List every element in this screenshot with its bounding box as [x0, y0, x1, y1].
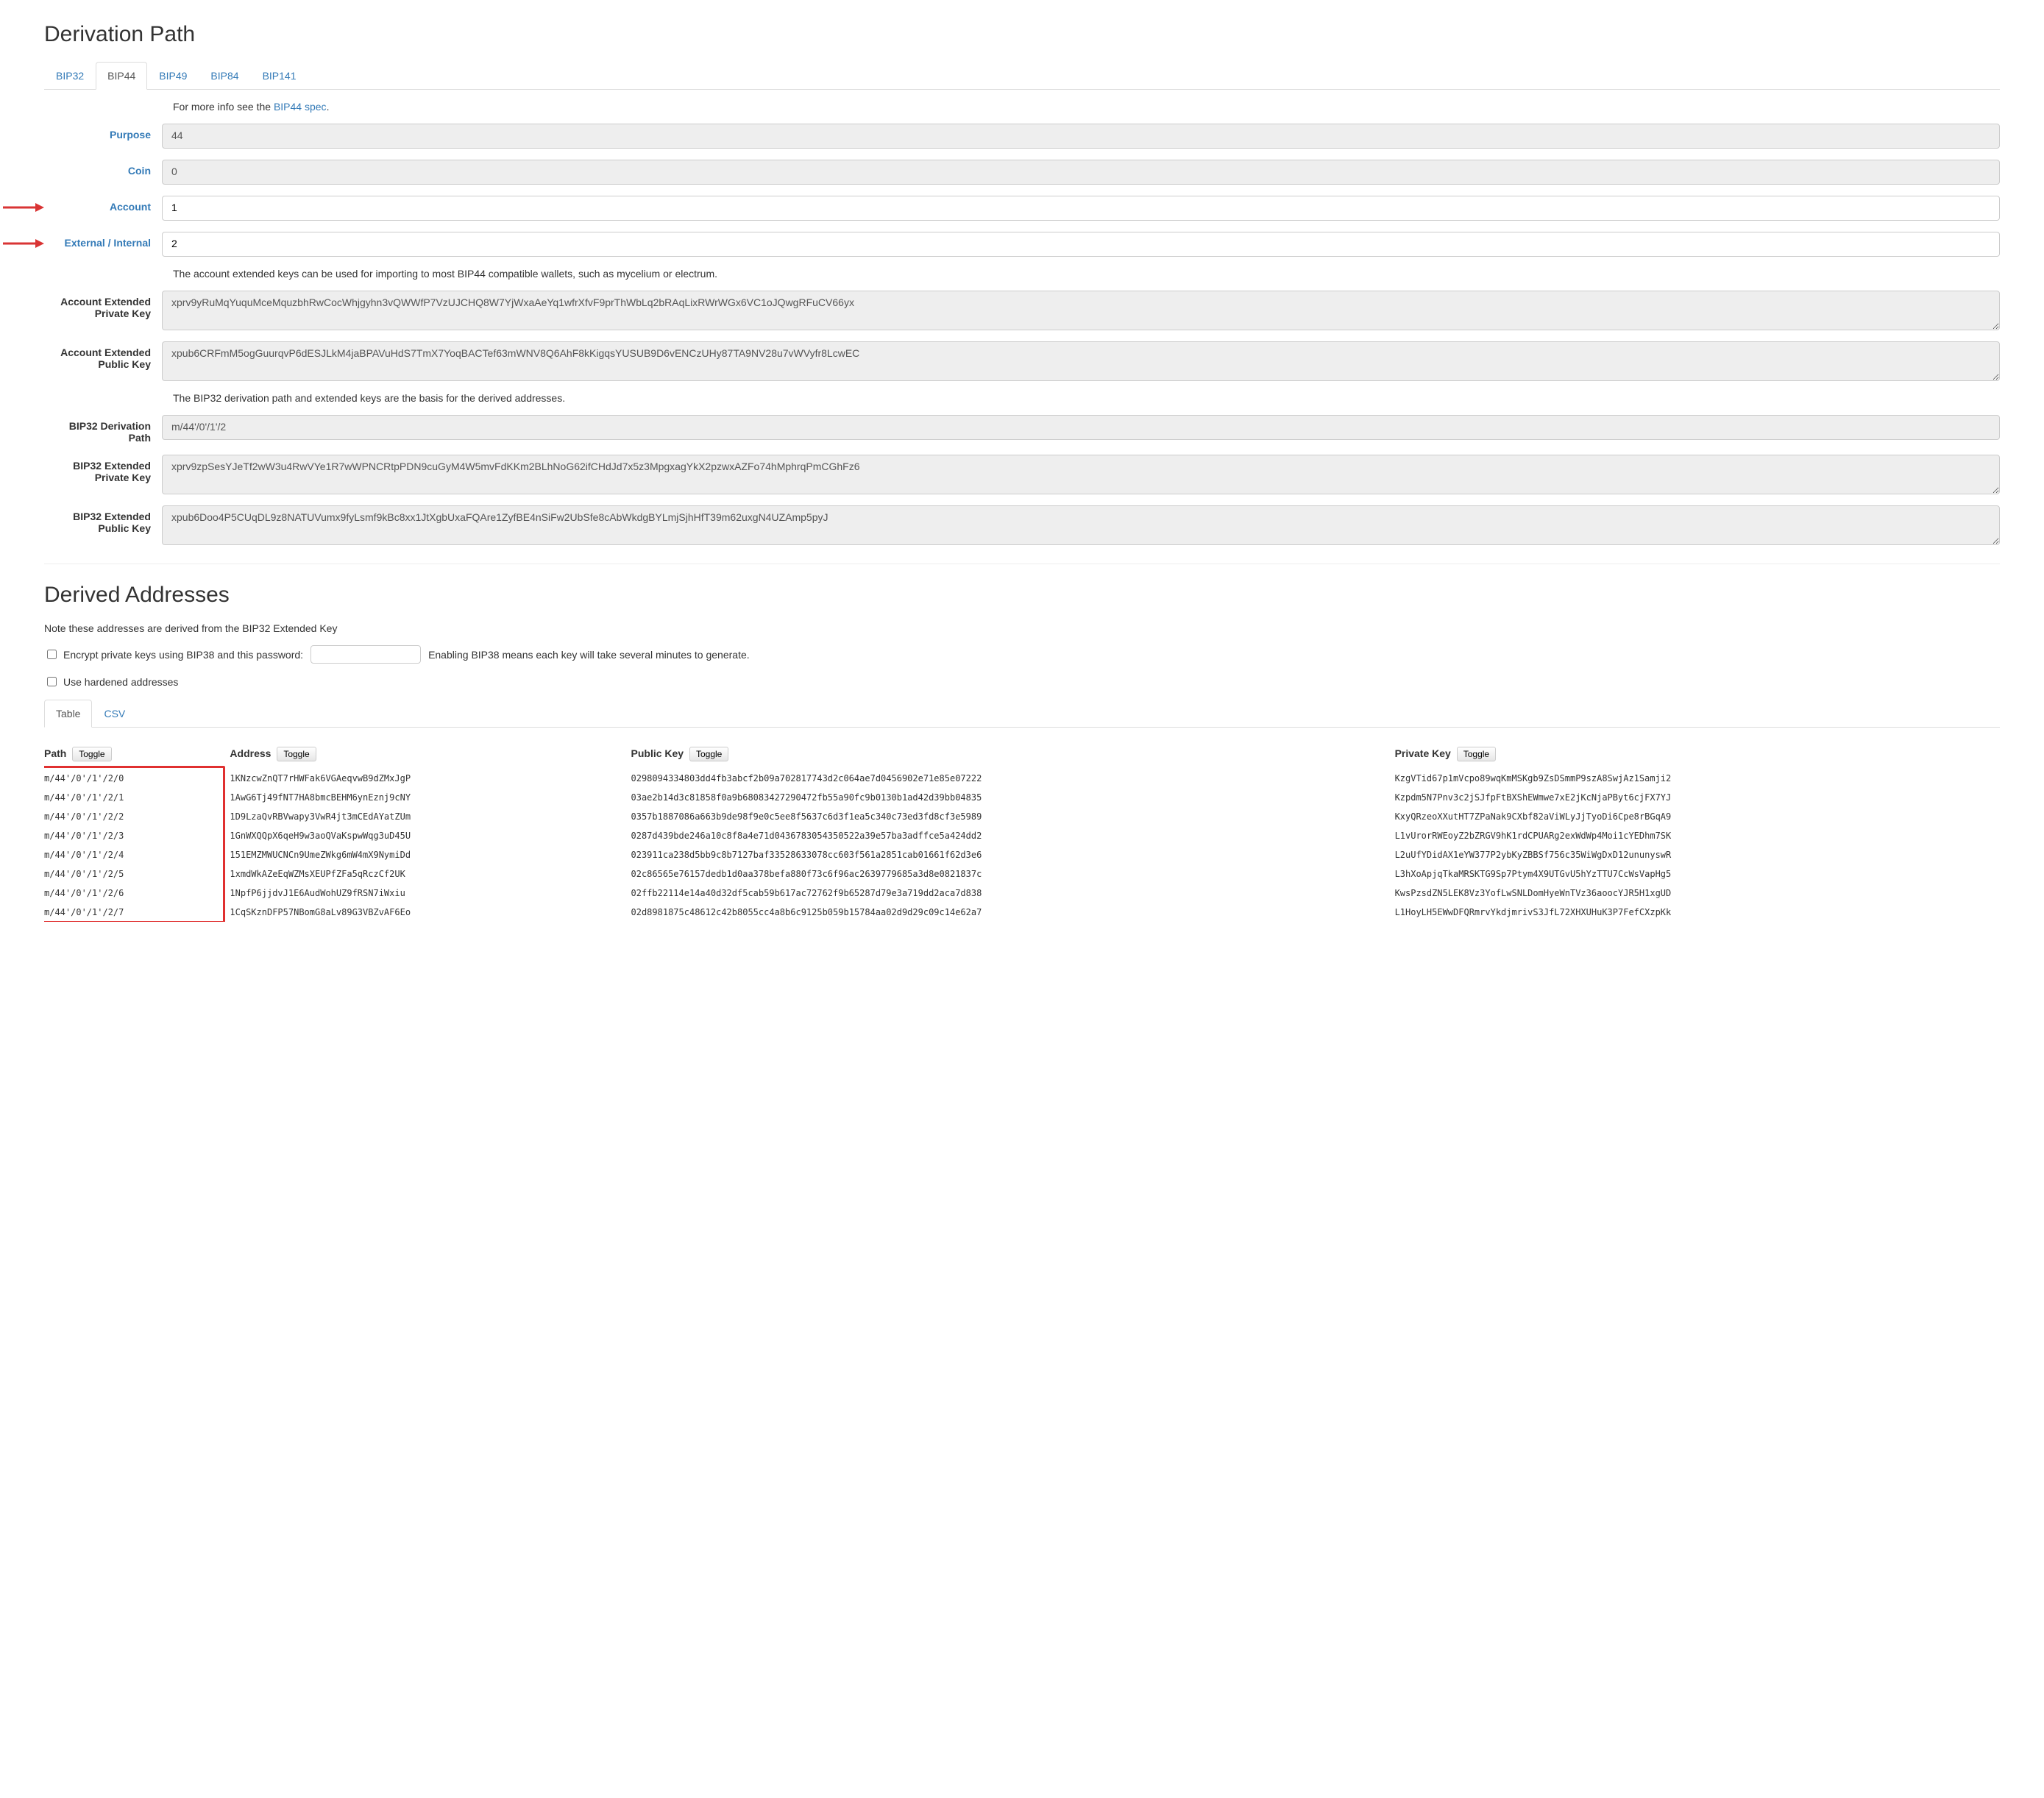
purpose-label[interactable]: Purpose: [44, 124, 162, 141]
derived-addresses-table: Path Toggle Address Toggle Public Key To…: [44, 741, 2000, 922]
cell-path: m/44'/0'/1'/2/6: [44, 884, 230, 903]
table-row: m/44'/0'/1'/2/4151EMZMWUCNCn9UmeZWkg6mW4…: [44, 845, 2000, 864]
cell-pubkey: 02c86565e76157dedb1d0aa378befa880f73c6f9…: [631, 864, 1395, 884]
col-address-header: Address: [230, 747, 271, 759]
tab-bip141[interactable]: BIP141: [251, 62, 308, 90]
cell-pubkey: 0298094334803dd4fb3abcf2b09a702817743d2c…: [631, 769, 1395, 788]
account-xpub-label: Account Extended Public Key: [44, 341, 162, 370]
cell-privkey: KzgVTid67p1mVcpo89wqKmMSKgb9ZsDSmmP9szA8…: [1395, 769, 2000, 788]
tab-bip44[interactable]: BIP44: [96, 62, 147, 90]
cell-privkey: L3hXoApjqTkaMRSKTG9Sp7Ptym4X9UTGvU5hYzTT…: [1395, 864, 2000, 884]
info-suffix: .: [327, 101, 330, 113]
cell-privkey: L1vUrorRWEoyZ2bZRGV9hK1rdCPUARg2exWdWp4M…: [1395, 826, 2000, 845]
cell-path: m/44'/0'/1'/2/7: [44, 903, 230, 922]
toggle-path-button[interactable]: Toggle: [72, 747, 111, 761]
cell-path: m/44'/0'/1'/2/4: [44, 845, 230, 864]
derived-addresses-heading: Derived Addresses: [44, 583, 2000, 608]
col-privkey-header: Private Key: [1395, 747, 1451, 759]
account-xprv-label: Account Extended Private Key: [44, 291, 162, 319]
toggle-privkey-button[interactable]: Toggle: [1457, 747, 1496, 761]
bip38-label-before: Encrypt private keys using BIP38 and thi…: [63, 649, 303, 661]
bip44-info-note: For more info see the BIP44 spec.: [173, 101, 2000, 113]
table-row: m/44'/0'/1'/2/71CqSKznDFP57NBomG8aLv89G3…: [44, 903, 2000, 922]
cell-pubkey: 0287d439bde246a10c8f8a4e71d0436783054350…: [631, 826, 1395, 845]
account-xpub-textarea[interactable]: xpub6CRFmM5ogGuurqvP6dESJLkM4jaBPAVuHdS7…: [162, 341, 2000, 381]
account-xprv-textarea[interactable]: xprv9yRuMqYuquMceMquzbhRwCocWhjgyhn3vQWW…: [162, 291, 2000, 330]
coin-label[interactable]: Coin: [44, 160, 162, 177]
cell-pubkey: 02d8981875c48612c42b8055cc4a8b6c9125b059…: [631, 903, 1395, 922]
external-internal-label[interactable]: External / Internal: [44, 232, 162, 249]
col-path-header: Path: [44, 747, 66, 759]
cell-address: 1D9LzaQvRBVwapy3VwR4jt3mCEdAYatZUm: [230, 807, 631, 826]
table-row: m/44'/0'/1'/2/61NpfP6jjdvJ1E6AudWohUZ9fR…: [44, 884, 2000, 903]
table-row: m/44'/0'/1'/2/11AwG6Tj49fNT7HA8bmcBEHM6y…: [44, 788, 2000, 807]
hardened-label: Use hardened addresses: [63, 676, 178, 688]
bip38-label-after: Enabling BIP38 means each key will take …: [428, 649, 750, 661]
cell-privkey: Kzpdm5N7Pnv3c2jSJfpFtBXShEWmwe7xE2jKcNja…: [1395, 788, 2000, 807]
table-row: m/44'/0'/1'/2/51xmdWkAZeEqWZMsXEUPfZFa5q…: [44, 864, 2000, 884]
bip38-checkbox[interactable]: [47, 650, 57, 659]
derived-addresses-note: Note these addresses are derived from th…: [44, 622, 2000, 634]
cell-address: 1KNzcwZnQT7rHWFak6VGAeqvwB9dZMxJgP: [230, 769, 631, 788]
cell-pubkey: 0357b1887086a663b9de98f9e0c5ee8f5637c6d3…: [631, 807, 1395, 826]
purpose-input: [162, 124, 2000, 149]
cell-address: 1xmdWkAZeEqWZMsXEUPfZFa5qRczCf2UK: [230, 864, 631, 884]
account-label[interactable]: Account: [44, 196, 162, 213]
tab-csv[interactable]: CSV: [92, 700, 137, 728]
table-row: m/44'/0'/1'/2/21D9LzaQvRBVwapy3VwR4jt3mC…: [44, 807, 2000, 826]
bip32-xprv-label: BIP32 Extended Private Key: [44, 455, 162, 483]
account-input[interactable]: [162, 196, 2000, 221]
cell-address: 1AwG6Tj49fNT7HA8bmcBEHM6ynEznj9cNY: [230, 788, 631, 807]
cell-address: 151EMZMWUCNCn9UmeZWkg6mW4mX9NymiDd: [230, 845, 631, 864]
bip32-path-label: BIP32 Derivation Path: [44, 415, 162, 444]
table-row: m/44'/0'/1'/2/31GnWXQQpX6qeH9w3aoQVaKspw…: [44, 826, 2000, 845]
cell-path: m/44'/0'/1'/2/3: [44, 826, 230, 845]
bip32-path-note: The BIP32 derivation path and extended k…: [173, 392, 2000, 404]
cell-privkey: L2uUfYDidAX1eYW377P2ybKyZBBSf756c35WiWgD…: [1395, 845, 2000, 864]
cell-path: m/44'/0'/1'/2/1: [44, 788, 230, 807]
bip-tabs: BIP32 BIP44 BIP49 BIP84 BIP141: [44, 62, 2000, 90]
toggle-pubkey-button[interactable]: Toggle: [689, 747, 728, 761]
bip32-xpub-label: BIP32 Extended Public Key: [44, 505, 162, 534]
cell-privkey: KwsPzsdZN5LEK8Vz3YofLwSNLDomHyeWnTVz36ao…: [1395, 884, 2000, 903]
tab-bip49[interactable]: BIP49: [147, 62, 199, 90]
bip32-xpub-textarea[interactable]: xpub6Doo4P5CUqDL9z8NATUVumx9fyLsmf9kBc8x…: [162, 505, 2000, 545]
cell-address: 1NpfP6jjdvJ1E6AudWohUZ9fRSN7iWxiu: [230, 884, 631, 903]
address-view-tabs: Table CSV: [44, 700, 2000, 728]
table-row: m/44'/0'/1'/2/01KNzcwZnQT7rHWFak6VGAeqvw…: [44, 769, 2000, 788]
info-prefix: For more info see the: [173, 101, 274, 113]
tab-bip32[interactable]: BIP32: [44, 62, 96, 90]
external-internal-input[interactable]: [162, 232, 2000, 257]
toggle-address-button[interactable]: Toggle: [277, 747, 316, 761]
tab-table[interactable]: Table: [44, 700, 92, 728]
cell-address: 1CqSKznDFP57NBomG8aLv89G3VBZvAF6Eo: [230, 903, 631, 922]
tab-bip84[interactable]: BIP84: [199, 62, 250, 90]
cell-path: m/44'/0'/1'/2/0: [44, 769, 230, 788]
coin-input: [162, 160, 2000, 185]
arrow-icon: [0, 200, 44, 215]
arrow-icon: [0, 236, 44, 251]
cell-pubkey: 03ae2b14d3c81858f0a9b68083427290472fb55a…: [631, 788, 1395, 807]
cell-address: 1GnWXQQpX6qeH9w3aoQVaKspwWqg3uD45U: [230, 826, 631, 845]
cell-privkey: KxyQRzeoXXutHT7ZPaNak9CXbf82aViWLyJjTyoD…: [1395, 807, 2000, 826]
derivation-path-heading: Derivation Path: [44, 22, 2000, 47]
cell-pubkey: 02ffb22114e14a40d32df5cab59b617ac72762f9…: [631, 884, 1395, 903]
bip44-spec-link[interactable]: BIP44 spec: [274, 101, 327, 113]
bip38-password-input[interactable]: [310, 645, 421, 664]
col-pubkey-header: Public Key: [631, 747, 684, 759]
cell-pubkey: 023911ca238d5bb9c8b7127baf33528633078cc6…: [631, 845, 1395, 864]
bip32-xprv-textarea[interactable]: xprv9zpSesYJeTf2wW3u4RwVYe1R7wWPNCRtpPDN…: [162, 455, 2000, 494]
hardened-checkbox[interactable]: [47, 677, 57, 686]
cell-privkey: L1HoyLH5EWwDFQRmrvYkdjmrivS3JfL72XHXUHuK…: [1395, 903, 2000, 922]
bip32-path-input: [162, 415, 2000, 440]
cell-path: m/44'/0'/1'/2/2: [44, 807, 230, 826]
cell-path: m/44'/0'/1'/2/5: [44, 864, 230, 884]
account-keys-note: The account extended keys can be used fo…: [173, 268, 2000, 280]
